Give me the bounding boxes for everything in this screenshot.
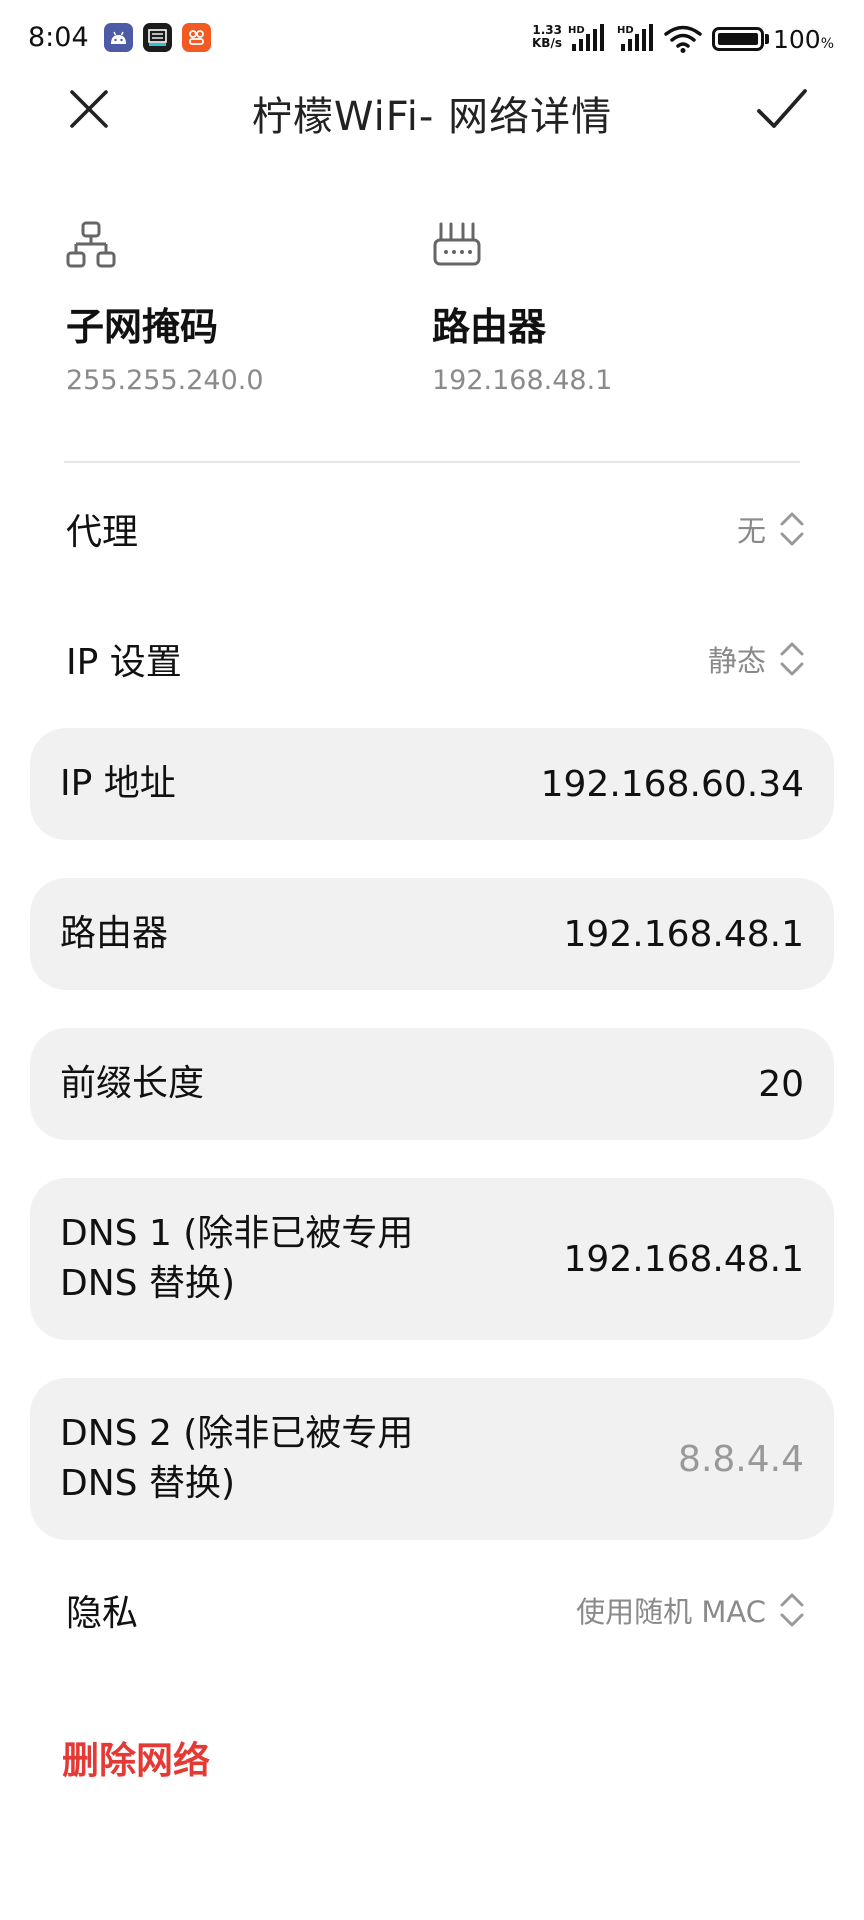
router-info: 路由器 192.168.48.1 [432,220,612,396]
gateway-label: 路由器 [60,913,169,954]
confirm-button[interactable] [752,82,812,136]
privacy-label: 隐私 [66,1593,139,1634]
svg-text:HD: HD [568,25,585,36]
subnet-mask-value: 255.255.240.0 [66,365,264,396]
wifi-icon [664,25,702,53]
ip-address-label: IP 地址 [60,763,176,804]
ip-settings-label: IP 设置 [66,642,182,683]
page-title: 柠檬WiFi- 网络详情 [251,94,613,140]
proxy-value: 无 [736,514,766,548]
dns1-value[interactable]: 192.168.48.1 [564,1239,804,1280]
network-topology-icon [66,221,116,268]
prefix-length-field[interactable]: 前缀长度 20 [30,1028,834,1140]
up-down-arrow-icon [780,642,804,676]
delete-network-button[interactable]: 删除网络 [62,1730,210,1784]
cellular-signal-icon: HD [568,24,604,51]
router-value: 192.168.48.1 [432,365,613,396]
up-down-arrow-icon [780,512,804,546]
status-bar: 8:04 1.33 KB/s HD HD 100% [0,0,864,78]
privacy-value: 使用随机 MAC [576,1595,766,1629]
android-app-icon [104,23,133,52]
close-button[interactable] [62,82,116,136]
cellular-signal-2-icon: HD [617,24,653,51]
check-icon [757,89,807,128]
privacy-setting[interactable]: 隐私 使用随机 MAC [66,1575,806,1645]
router-icon [433,222,481,266]
dns2-placeholder[interactable]: 8.8.4.4 [678,1439,804,1480]
svg-text:HD: HD [617,25,634,36]
dns1-label: DNS 1 (除非已被专用 DNS 替换) [60,1213,414,1304]
gateway-field[interactable]: 路由器 192.168.48.1 [30,878,834,990]
proxy-setting[interactable]: 代理 无 [66,494,806,564]
ip-settings-value: 静态 [707,644,766,678]
orange-app-icon [182,23,211,52]
status-time: 8:04 [28,22,89,53]
ip-settings-setting[interactable]: IP 设置 静态 [66,624,806,694]
subnet-mask-label: 子网掩码 [66,305,219,349]
ip-address-value[interactable]: 192.168.60.34 [541,764,804,805]
up-down-arrow-icon [780,1593,804,1627]
prefix-length-label: 前缀长度 [60,1063,205,1104]
router-label: 路由器 [432,305,547,349]
battery-icon [712,27,764,51]
ip-address-field[interactable]: IP 地址 192.168.60.34 [30,728,834,840]
battery-percent: 100% [773,25,835,54]
close-icon [70,90,108,128]
news-app-icon [143,23,172,52]
battery-tip [765,34,769,44]
network-speed: 1.33 KB/s [532,23,562,50]
prefix-length-value[interactable]: 20 [758,1064,804,1105]
dns2-label: DNS 2 (除非已被专用 DNS 替换) [60,1413,414,1504]
gateway-value[interactable]: 192.168.48.1 [564,914,804,955]
proxy-label: 代理 [66,512,139,553]
subnet-mask-info: 子网掩码 255.255.240.0 [66,220,264,396]
dns1-field[interactable]: DNS 1 (除非已被专用 DNS 替换) 192.168.48.1 [30,1178,834,1340]
dns2-field[interactable]: DNS 2 (除非已被专用 DNS 替换) 8.8.4.4 [30,1378,834,1540]
divider [64,461,800,463]
battery-fill [718,33,758,45]
